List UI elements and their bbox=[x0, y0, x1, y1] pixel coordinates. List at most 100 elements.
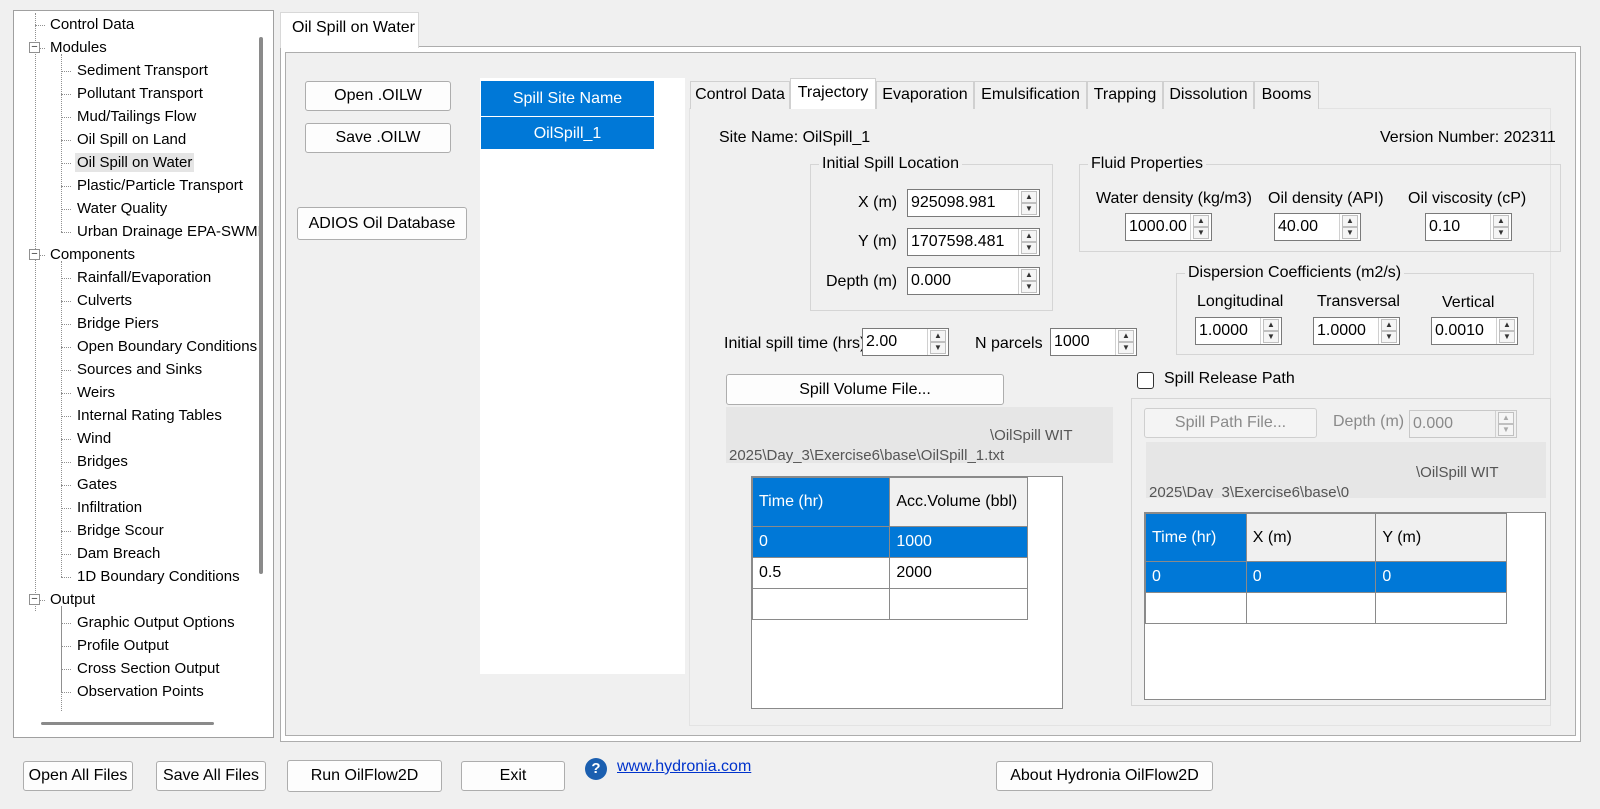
tree-item-graphic-output-options[interactable]: Graphic Output Options bbox=[75, 611, 237, 634]
tree-item-dam-breach[interactable]: Dam Breach bbox=[75, 542, 162, 565]
tree-item-sources-and-sinks[interactable]: Sources and Sinks bbox=[75, 358, 204, 381]
spin-up-icon[interactable]: ▲ bbox=[1021, 269, 1037, 281]
tree-item-bridge-piers[interactable]: Bridge Piers bbox=[75, 312, 161, 335]
table-cell[interactable] bbox=[1145, 592, 1247, 624]
tree-item-water-quality[interactable]: Water Quality bbox=[75, 197, 169, 220]
exit-button[interactable]: Exit bbox=[461, 761, 565, 791]
table-cell[interactable]: 0.5 bbox=[751, 557, 891, 589]
spin-down-icon[interactable]: ▼ bbox=[930, 342, 946, 354]
subtab-booms[interactable]: Booms bbox=[1254, 81, 1319, 109]
spin-up-icon[interactable]: ▲ bbox=[1499, 319, 1515, 331]
table-cell[interactable] bbox=[1375, 592, 1507, 624]
initial-spill-time-spinner[interactable]: 2.00 ▲ ▼ bbox=[862, 328, 949, 356]
water-density-spinner[interactable]: 1000.00 ▲ ▼ bbox=[1125, 213, 1212, 241]
y-coordinate-spinner[interactable]: 1707598.481 ▲ ▼ bbox=[907, 228, 1040, 256]
spin-down-icon[interactable]: ▼ bbox=[1021, 242, 1037, 254]
spin-up-icon[interactable]: ▲ bbox=[1263, 319, 1279, 331]
save-all-files-button[interactable]: Save All Files bbox=[156, 761, 266, 791]
vertical-spinner[interactable]: 0.0010 ▲ ▼ bbox=[1431, 317, 1518, 345]
spill-path-file-button[interactable]: Spill Path File... bbox=[1144, 408, 1317, 438]
tree-item-infiltration[interactable]: Infiltration bbox=[75, 496, 144, 519]
about-hydronia-button[interactable]: About Hydronia OilFlow2D bbox=[996, 761, 1213, 791]
open-oilw-button[interactable]: Open .OILW bbox=[305, 81, 451, 111]
module-tree[interactable]: Control Data − Modules Sediment Transport Po… bbox=[13, 10, 274, 738]
table-cell[interactable]: 0 bbox=[1245, 561, 1377, 593]
spin-up-icon[interactable]: ▲ bbox=[1118, 330, 1134, 342]
run-oilflow2d-button[interactable]: Run OilFlow2D bbox=[287, 760, 442, 792]
oil-viscosity-spinner[interactable]: 0.10 ▲ ▼ bbox=[1425, 213, 1512, 241]
spin-down-icon[interactable]: ▼ bbox=[1498, 424, 1514, 436]
table-cell[interactable]: 1000 bbox=[889, 526, 1028, 558]
spill-volume-table[interactable]: Time (hr) Acc.Volume (bbl) 0 1000 0.5 20… bbox=[751, 476, 1063, 709]
tree-item-gates[interactable]: Gates bbox=[75, 473, 119, 496]
subtab-evaporation[interactable]: Evaporation bbox=[876, 81, 974, 109]
table-cell[interactable]: 0 bbox=[751, 526, 891, 558]
tree-item-observation-points[interactable]: Observation Points bbox=[75, 680, 206, 703]
table-cell[interactable]: 0 bbox=[1375, 561, 1507, 593]
adios-oil-database-button[interactable]: ADIOS Oil Database bbox=[297, 207, 467, 240]
path-table-header-y[interactable]: Y (m) bbox=[1375, 513, 1507, 562]
hydronia-website-link[interactable]: www.hydronia.com bbox=[617, 758, 751, 776]
tree-item-sediment-transport[interactable]: Sediment Transport bbox=[75, 59, 210, 82]
spill-release-path-checkbox[interactable] bbox=[1137, 372, 1154, 389]
open-all-files-button[interactable]: Open All Files bbox=[23, 761, 133, 791]
spin-up-icon[interactable]: ▲ bbox=[1498, 412, 1514, 424]
spin-down-icon[interactable]: ▼ bbox=[1342, 227, 1358, 239]
save-oilw-button[interactable]: Save .OILW bbox=[305, 123, 451, 153]
spin-down-icon[interactable]: ▼ bbox=[1021, 281, 1037, 293]
spin-up-icon[interactable]: ▲ bbox=[1021, 191, 1037, 203]
tree-item-internal-rating-tables[interactable]: Internal Rating Tables bbox=[75, 404, 224, 427]
spin-up-icon[interactable]: ▲ bbox=[1021, 230, 1037, 242]
collapse-icon[interactable]: − bbox=[29, 42, 40, 53]
longitudinal-spinner[interactable]: 1.0000 ▲ ▼ bbox=[1195, 317, 1282, 345]
tree-item-cross-section-output[interactable]: Cross Section Output bbox=[75, 657, 222, 680]
tree-item-rainfall-evaporation[interactable]: Rainfall/Evaporation bbox=[75, 266, 213, 289]
spin-down-icon[interactable]: ▼ bbox=[1381, 331, 1397, 343]
n-parcels-spinner[interactable]: 1000 ▲ ▼ bbox=[1050, 328, 1137, 356]
x-coordinate-spinner[interactable]: 925098.981 ▲ ▼ bbox=[907, 189, 1040, 217]
release-depth-spinner[interactable]: 0.000 ▲ ▼ bbox=[1409, 410, 1517, 438]
tree-item-control-data[interactable]: Control Data bbox=[48, 13, 136, 36]
tree-item-mud-tailings-flow[interactable]: Mud/Tailings Flow bbox=[75, 105, 198, 128]
tree-horizontal-scrollbar[interactable] bbox=[41, 722, 214, 725]
tab-oil-spill-on-water[interactable]: Oil Spill on Water bbox=[280, 12, 419, 48]
spill-site-list[interactable]: Spill Site Name OilSpill_1 bbox=[480, 78, 685, 674]
tree-item-bridge-scour[interactable]: Bridge Scour bbox=[75, 519, 166, 542]
tree-item-modules[interactable]: Modules bbox=[48, 36, 109, 59]
path-table-header-x[interactable]: X (m) bbox=[1245, 513, 1377, 562]
spin-down-icon[interactable]: ▼ bbox=[1021, 203, 1037, 215]
tree-item-components[interactable]: Components bbox=[48, 243, 137, 266]
tree-item-oil-spill-on-land[interactable]: Oil Spill on Land bbox=[75, 128, 188, 151]
tree-item-profile-output[interactable]: Profile Output bbox=[75, 634, 171, 657]
tree-item-open-boundary-conditions[interactable]: Open Boundary Conditions bbox=[75, 335, 259, 358]
collapse-icon[interactable]: − bbox=[29, 249, 40, 260]
spin-up-icon[interactable]: ▲ bbox=[1193, 215, 1209, 227]
table-cell[interactable]: 0 bbox=[1145, 561, 1247, 593]
spill-site-list-header[interactable]: Spill Site Name bbox=[481, 81, 654, 116]
volume-table-header-time[interactable]: Time (hr) bbox=[751, 477, 891, 527]
subtab-control-data[interactable]: Control Data bbox=[690, 81, 790, 109]
tree-item-wind[interactable]: Wind bbox=[75, 427, 113, 450]
tree-item-pollutant-transport[interactable]: Pollutant Transport bbox=[75, 82, 205, 105]
spin-down-icon[interactable]: ▼ bbox=[1499, 331, 1515, 343]
spill-path-table[interactable]: Time (hr) X (m) Y (m) 0 0 0 bbox=[1144, 512, 1546, 700]
spill-site-item[interactable]: OilSpill_1 bbox=[481, 116, 654, 149]
tree-item-urban-drainage-epa-swmm[interactable]: Urban Drainage EPA-SWMM bbox=[75, 220, 261, 243]
transversal-spinner[interactable]: 1.0000 ▲ ▼ bbox=[1313, 317, 1400, 345]
subtab-dissolution[interactable]: Dissolution bbox=[1163, 81, 1254, 109]
oil-density-spinner[interactable]: 40.00 ▲ ▼ bbox=[1274, 213, 1361, 241]
tree-item-1d-boundary-conditions[interactable]: 1D Boundary Conditions bbox=[75, 565, 242, 588]
spin-down-icon[interactable]: ▼ bbox=[1493, 227, 1509, 239]
table-cell[interactable] bbox=[1245, 592, 1377, 624]
help-icon[interactable]: ? bbox=[585, 758, 607, 780]
tree-item-bridges[interactable]: Bridges bbox=[75, 450, 130, 473]
spin-down-icon[interactable]: ▼ bbox=[1118, 342, 1134, 354]
tree-item-output[interactable]: Output bbox=[48, 588, 97, 611]
spill-volume-file-button[interactable]: Spill Volume File... bbox=[726, 374, 1004, 405]
depth-spinner[interactable]: 0.000 ▲ ▼ bbox=[907, 267, 1040, 295]
table-cell[interactable]: 2000 bbox=[889, 557, 1028, 589]
collapse-icon[interactable]: − bbox=[29, 594, 40, 605]
tree-item-oil-spill-on-water[interactable]: Oil Spill on Water bbox=[75, 151, 195, 174]
path-table-header-time[interactable]: Time (hr) bbox=[1145, 513, 1247, 562]
table-cell[interactable] bbox=[889, 588, 1028, 620]
